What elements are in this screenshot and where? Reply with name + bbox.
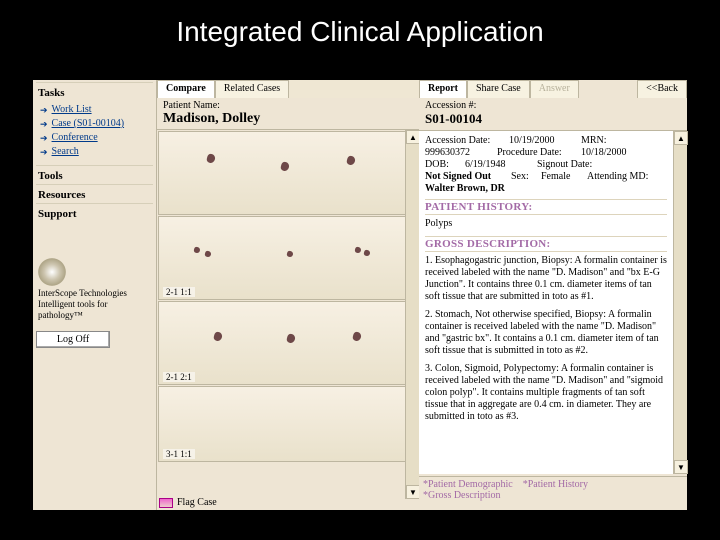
middle-pane: Compare Related Cases Patient Name: Madi… [157,80,419,510]
thumb-label-1: 2-1 1:1 [163,287,195,297]
sex-label: Sex: [511,171,535,183]
patient-name-label: Patient Name: [163,100,220,111]
report-fields: Accession Date:10/19/2000 MRN:999630372 … [425,135,667,195]
patient-history-header: PATIENT HISTORY: [425,199,667,215]
gross-description-header: GROSS DESCRIPTION: [425,236,667,252]
signout-date-value: Not Signed Out [425,171,505,183]
scroll-down-icon[interactable]: ▼ [406,485,419,499]
logo-icon [38,258,66,286]
slide-title: Integrated Clinical Application [0,0,720,56]
logo-text-2: Intelligent tools for pathology™ [38,299,153,321]
nav-case[interactable]: ➔Case (S01-00104) [40,117,153,131]
flag-icon [159,498,173,508]
thumb-label-3: 3-1 1:1 [163,449,195,459]
thumbnail-2[interactable]: 2-1 1:1 [158,216,418,300]
tab-share[interactable]: Share Case [467,80,530,98]
thumbnail-3[interactable]: 2-1 2:1 [158,301,418,385]
report-body: Accession Date:10/19/2000 MRN:999630372 … [419,130,687,474]
mrn-label: MRN: [581,135,615,147]
thumbnail-4[interactable]: 3-1 1:1 [158,386,418,462]
nav-search[interactable]: ➔Search [40,145,153,159]
nav-work-list[interactable]: ➔Work List [40,103,153,117]
sidebar: Tasks ➔Work List ➔Case (S01-00104) ➔Conf… [33,80,157,510]
tab-compare[interactable]: Compare [157,80,215,98]
vendor-logo: InterScope Technologies Intelligent tool… [36,258,153,321]
attending-label: Attending MD: [587,171,665,183]
slide-thumbnails: 2-1 1:1 2-1 2:1 3-1 1:1 ▲ ▼ [157,129,419,499]
logoff-button[interactable]: Log Off [36,331,110,348]
nav-section-tools[interactable]: Tools [36,165,153,184]
thumb-label-2: 2-1 2:1 [163,372,195,382]
tab-related[interactable]: Related Cases [215,80,289,98]
patient-history-body: Polyps [425,218,667,230]
back-button[interactable]: <<Back [637,80,687,98]
arrow-icon: ➔ [40,146,48,158]
report-scrollbar[interactable]: ▲ ▼ [673,131,687,474]
attending-value: Walter Brown, DR [425,183,525,195]
dob-value: 6/19/1948 [465,159,531,171]
sex-value: Female [541,171,581,183]
patient-name: Madison, Dolley [157,111,419,129]
gross-desc-1: 1. Esophagogastric junction, Biopsy: A f… [425,255,667,303]
scroll-down-icon[interactable]: ▼ [674,460,688,474]
procedure-date-value: 10/18/2000 [581,147,647,159]
tab-patient-demographic[interactable]: *Patient Demographic [423,479,513,490]
nav-section-support[interactable]: Support [36,203,153,222]
tab-answer[interactable]: Answer [530,80,579,98]
signout-date-label: Signout Date: [537,159,615,171]
report-text: Accession Date:10/19/2000 MRN:999630372 … [419,131,673,474]
thumbnail-1[interactable] [158,131,418,215]
mrn-value: 999630372 [425,147,491,159]
accession-date-label: Accession Date: [425,135,503,147]
gross-desc-2: 2. Stomach, Not otherwise specified, Bio… [425,309,667,357]
report-bottom-tabs: *Patient Demographic *Patient History *G… [419,476,687,510]
accession-label: Accession #: [425,100,476,111]
scroll-up-icon[interactable]: ▲ [674,131,688,145]
gross-desc-3: 3. Colon, Sigmoid, Polypectomy: A formal… [425,363,667,423]
nav-conference[interactable]: ➔Conference [40,131,153,145]
main-tabs: Compare Related Cases [157,80,419,98]
tab-gross-description[interactable]: *Gross Description [423,490,683,501]
procedure-date-label: Procedure Date: [497,147,575,159]
accession-date-value: 10/19/2000 [509,135,575,147]
tab-patient-history[interactable]: *Patient History [523,479,588,490]
arrow-icon: ➔ [40,104,48,116]
app-window: Tasks ➔Work List ➔Case (S01-00104) ➔Conf… [33,80,687,510]
flag-case-button[interactable]: Flag Case [159,497,217,508]
thumb-scrollbar[interactable]: ▲ ▼ [405,130,419,499]
arrow-icon: ➔ [40,118,48,130]
tab-report[interactable]: Report [419,80,467,98]
accession-number: S01-00104 [419,111,687,129]
nav-section-tasks[interactable]: Tasks [36,82,153,101]
logo-text-1: InterScope Technologies [38,288,153,299]
scroll-up-icon[interactable]: ▲ [406,130,419,144]
report-pane: Report Share Case Answer <<Back Accessio… [419,80,687,510]
nav-section-resources[interactable]: Resources [36,184,153,203]
right-tabs: Report Share Case Answer <<Back [419,80,687,98]
dob-label: DOB: [425,159,459,171]
arrow-icon: ➔ [40,132,48,144]
